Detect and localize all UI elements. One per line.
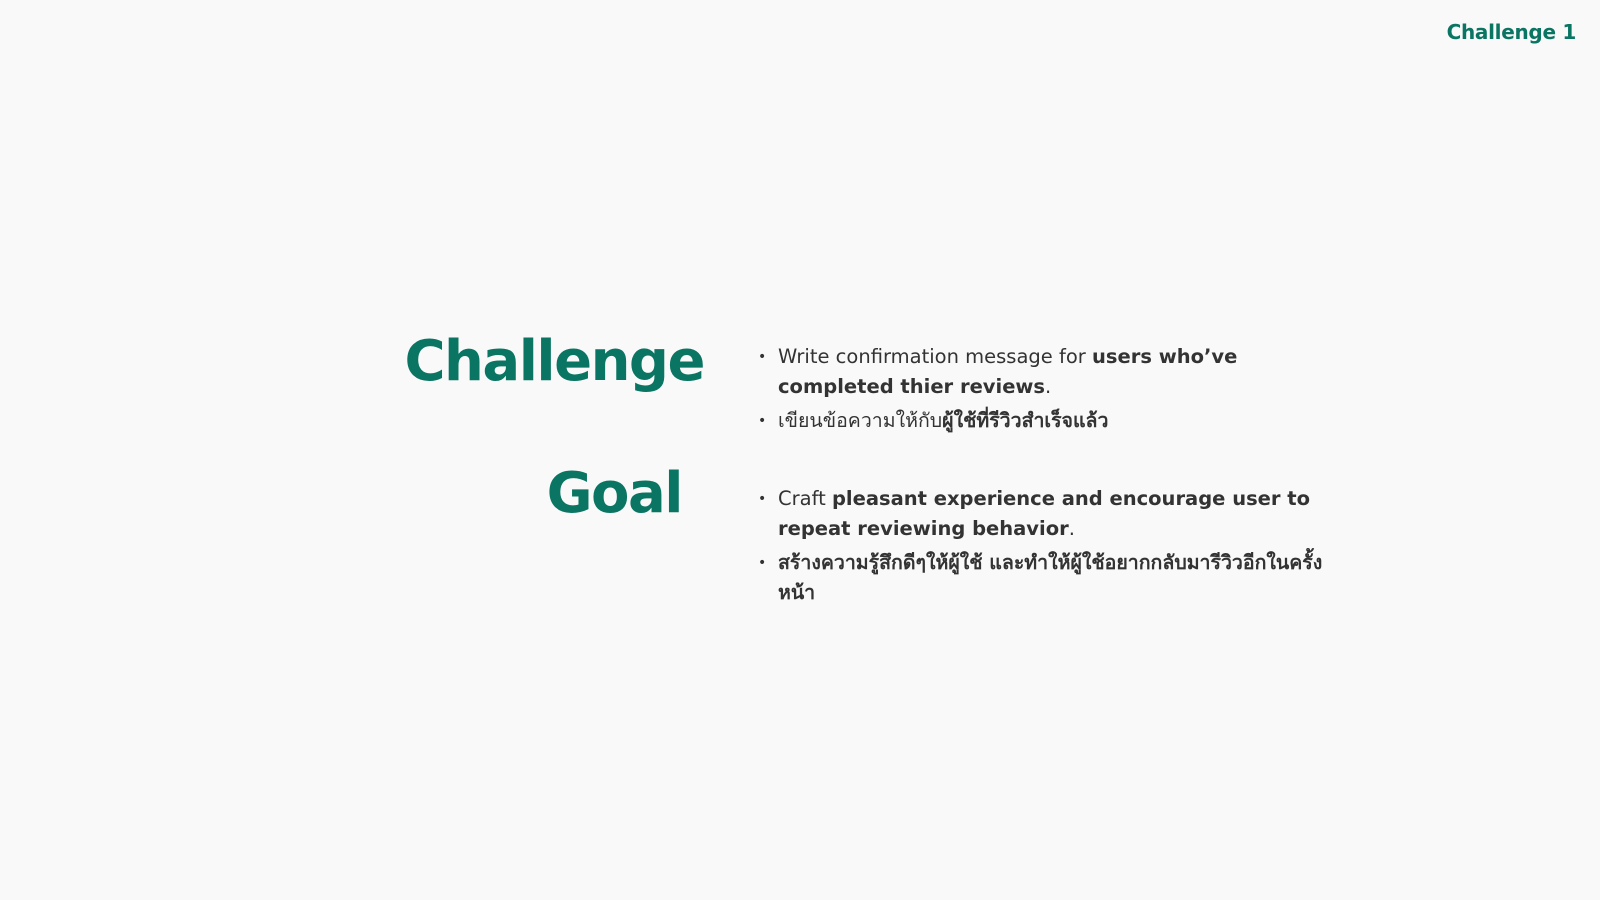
bullet-text-bold: ผู้ใช้ที่รีวิวสำเร็จแล้ว (942, 409, 1109, 432)
goal-bullet-english: • Craft pleasant experience and encourage… (758, 484, 1348, 544)
bullet-text-suffix: . (1068, 517, 1075, 540)
challenge-bullet-list: • Write confirmation message for users wh… (758, 342, 1298, 440)
bullet-text-suffix: . (1045, 375, 1052, 398)
challenge-bullet-thai: • เขียนข้อความให้กับผู้ใช้ที่รีวิวสำเร็จแ… (758, 406, 1298, 436)
goal-heading: Goal (546, 461, 684, 526)
bullet-text-plain: Write confirmation message for (778, 345, 1092, 368)
challenge-heading: Challenge (404, 329, 705, 394)
bullet-dot-icon: • (758, 491, 767, 507)
bullet-dot-icon: • (758, 349, 767, 365)
goal-bullet-list: • Craft pleasant experience and encourage… (758, 484, 1348, 612)
bullet-dot-icon: • (758, 413, 767, 429)
bullet-text-bold: pleasant experience and encourage user t… (778, 487, 1311, 540)
goal-bullet-thai: • สร้างความรู้สึกดีๆให้ผู้ใช้ และทำให้ผู้… (758, 548, 1348, 608)
bullet-text-plain: Craft (778, 487, 832, 510)
corner-label: Challenge 1 (1446, 20, 1577, 44)
bullet-text-bold: สร้างความรู้สึกดีๆให้ผู้ใช้ และทำให้ผู้ใ… (778, 551, 1323, 604)
challenge-bullet-english: • Write confirmation message for users wh… (758, 342, 1298, 402)
bullet-dot-icon: • (758, 555, 767, 571)
bullet-text-plain: เขียนข้อความให้กับ (778, 409, 943, 432)
